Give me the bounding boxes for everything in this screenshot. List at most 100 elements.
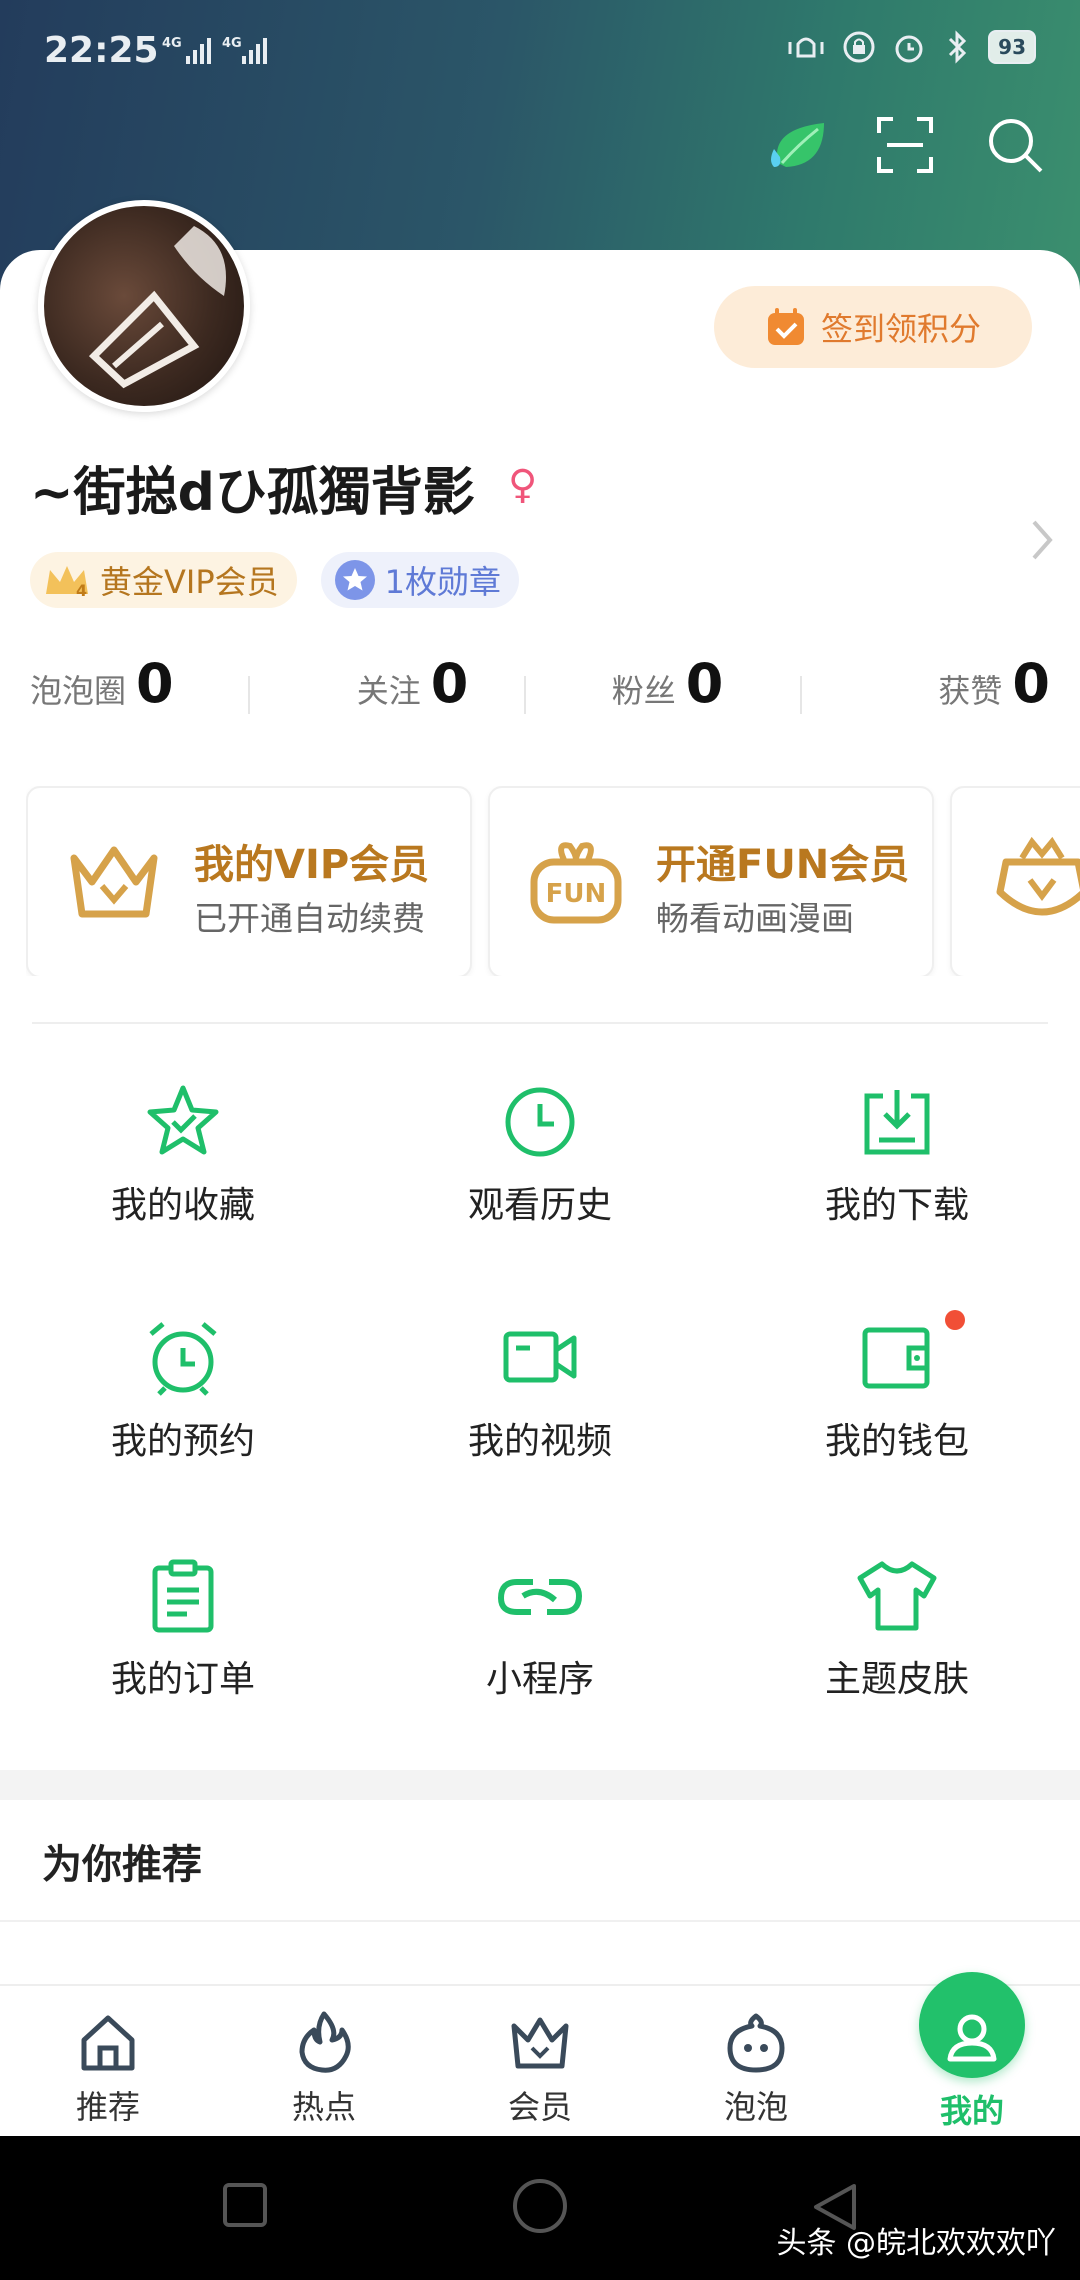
grid-item-videos[interactable]: 我的视频 <box>390 1318 690 1464</box>
stat-label: 粉丝 <box>611 672 676 710</box>
medal-badge[interactable]: 1枚勋章 <box>320 552 520 608</box>
crown-icon <box>511 2017 569 2069</box>
grid-item-theme-skins[interactable]: 主题皮肤 <box>747 1556 1047 1702</box>
video-camera-icon <box>503 1331 577 1383</box>
promo-title: 开通FUN会员 <box>656 842 910 888</box>
watermark: 头条 @皖北欢欢欢吖 <box>776 2226 1056 2261</box>
status-icons: 93 <box>786 30 1036 64</box>
stat-divider <box>524 676 526 714</box>
svg-text:FUN: FUN <box>546 879 607 909</box>
stat-bubble-circle[interactable]: 泡泡圈 0 <box>30 652 285 715</box>
bubble-face-icon <box>727 2013 785 2073</box>
tab-me[interactable]: 我的 <box>864 1972 1080 2138</box>
username[interactable]: ~街搃dひ孤獨背影 <box>30 450 475 525</box>
stat-label: 关注 <box>356 672 421 710</box>
grid-item-history[interactable]: 观看历史 <box>390 1082 690 1228</box>
signal-4g-label: 4G <box>162 36 182 51</box>
grid-item-label: 我的预约 <box>110 1421 255 1462</box>
status-bar: 22:25 4G 4G 93 <box>44 30 1036 80</box>
gold-crown-icon: 4 <box>46 566 88 600</box>
section-divider <box>32 1022 1048 1024</box>
stat-likes[interactable]: 获赞 0 <box>795 652 1050 715</box>
grid-item-favorites[interactable]: 我的收藏 <box>33 1082 333 1228</box>
stat-label: 泡泡圈 <box>30 672 127 710</box>
bottom-tab-bar: 推荐 热点 会员 泡泡 我的 <box>0 1972 1080 2138</box>
grid-item-label: 我的钱包 <box>824 1421 969 1462</box>
avatar[interactable] <box>38 200 250 412</box>
tab-recommend[interactable]: 推荐 <box>0 1986 216 2138</box>
vip-badge-label: 黄金VIP会员 <box>100 563 279 601</box>
tab-label: 推荐 <box>75 2088 140 2126</box>
recommend-section-title: 为你推荐 <box>42 1842 202 1888</box>
alarm-icon <box>895 35 923 63</box>
fun-badge-icon: FUN <box>530 842 622 924</box>
vip-crown-icon <box>70 846 158 918</box>
section-gap <box>0 1770 1080 1800</box>
badge-row: 4 黄金VIP会员 1枚勋章 <box>30 552 520 608</box>
alarm-clock-icon <box>149 1322 217 1396</box>
medal-star-icon <box>334 560 375 600</box>
grid-item-label: 观看历史 <box>467 1185 612 1226</box>
tab-membership[interactable]: 会员 <box>432 1986 648 2138</box>
download-icon <box>864 1090 930 1155</box>
notification-dot <box>945 1310 965 1330</box>
tab-label: 热点 <box>291 2088 356 2126</box>
grid-item-label: 我的视频 <box>467 1421 612 1462</box>
grid-item-mini-programs[interactable]: 小程序 <box>390 1556 690 1702</box>
stat-divider <box>800 676 802 714</box>
lock-rotation-icon <box>843 31 875 63</box>
battery-indicator: 93 <box>988 30 1036 64</box>
recent-apps-icon[interactable] <box>222 2182 268 2228</box>
tab-me-circle <box>919 1972 1025 2078</box>
checkin-label: 签到领积分 <box>820 310 981 348</box>
tshirt-icon <box>857 1561 937 1631</box>
tab-label: 泡泡 <box>723 2088 788 2126</box>
grid-item-reservations[interactable]: 我的预约 <box>33 1318 333 1464</box>
star-check-icon <box>147 1085 219 1155</box>
tab-label: 会员 <box>507 2088 572 2126</box>
scan-icon[interactable] <box>870 110 940 180</box>
grid-item-label: 主题皮肤 <box>824 1659 969 1700</box>
bluetooth-icon <box>949 30 967 64</box>
grid-item-orders[interactable]: 我的订单 <box>33 1556 333 1702</box>
vip-crown-badge-icon <box>996 836 1080 916</box>
signal-4g-label-2: 4G <box>222 36 242 51</box>
grid-item-label: 我的下载 <box>824 1185 969 1226</box>
status-time: 22:25 <box>44 30 159 71</box>
grid-item-label: 我的订单 <box>110 1659 255 1700</box>
grid-item-downloads[interactable]: 我的下载 <box>747 1082 1047 1228</box>
user-icon <box>947 2014 997 2062</box>
search-icon[interactable] <box>980 110 1050 180</box>
stat-value: 0 <box>1012 652 1050 715</box>
checkin-button[interactable]: 签到领积分 <box>714 286 1032 368</box>
medal-badge-label: 1枚勋章 <box>384 563 502 601</box>
promo-title: 我的VIP会员 <box>194 842 430 888</box>
grid-item-wallet[interactable]: 我的钱包 <box>747 1318 1047 1464</box>
signal-icon-2 <box>242 38 267 64</box>
promo-subtitle: 已开通自动续费 <box>194 899 425 938</box>
stat-value: 0 <box>685 652 724 715</box>
stat-fans[interactable]: 粉丝 0 <box>540 652 795 715</box>
tab-bubble[interactable]: 泡泡 <box>648 1986 864 2138</box>
vip-badge[interactable]: 4 黄金VIP会员 <box>30 552 297 608</box>
header-actions <box>760 110 1050 180</box>
tab-label: 我的 <box>939 2092 1004 2130</box>
tab-hot[interactable]: 热点 <box>216 1986 432 2138</box>
stat-label: 获赞 <box>938 672 1003 710</box>
promo-subtitle: 畅看动画漫画 <box>656 899 854 938</box>
promo-card-vip[interactable]: 我的VIP会员 已开通自动续费 <box>26 786 472 976</box>
section-divider <box>0 1920 1080 1922</box>
stat-value: 0 <box>136 652 174 715</box>
promo-card-fun[interactable]: FUN 开通FUN会员 畅看动画漫画 <box>488 786 934 976</box>
stat-value: 0 <box>430 652 469 715</box>
flame-icon <box>299 2011 351 2073</box>
leaf-water-icon[interactable] <box>760 110 830 180</box>
promo-carousel: 我的VIP会员 已开通自动续费 FUN 开通FUN会员 畅看动画漫画 <box>26 786 1080 976</box>
calendar-check-icon <box>767 308 804 345</box>
link-icon <box>497 1579 583 1615</box>
stat-following[interactable]: 关注 0 <box>285 652 540 715</box>
promo-card-partial[interactable] <box>950 786 1080 976</box>
home-button-icon[interactable] <box>512 2178 568 2234</box>
chevron-right-icon[interactable] <box>1030 518 1054 562</box>
gender-icon: ♀ <box>508 462 538 508</box>
